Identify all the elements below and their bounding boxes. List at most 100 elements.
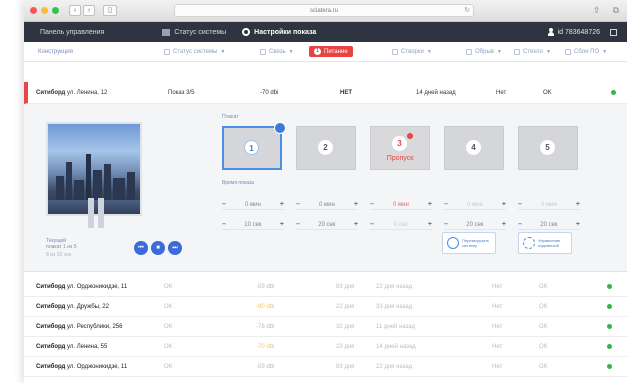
poster-slot-4[interactable]: 4 <box>444 126 504 170</box>
row-name-address: ул. Республики, 256 <box>67 323 123 330</box>
share-icon[interactable]: ⇪ <box>593 5 601 16</box>
table-row[interactable]: Ситиборд ул. Республики, 256 OK -78 dbi … <box>24 317 627 337</box>
tabs-icon[interactable]: ⧉ <box>613 5 619 16</box>
filter-glass-label: Стекло <box>523 48 543 55</box>
nav-show-settings[interactable]: Настройки показа <box>242 28 316 36</box>
previous-icon[interactable]: ⏮ <box>134 241 148 255</box>
filter-glass[interactable]: Стекло ▼ <box>514 48 551 55</box>
minutes-stepper-3[interactable]: – 0 мин + <box>370 200 432 210</box>
row-show: Показ 3/5 <box>168 89 195 96</box>
seconds-stepper-4[interactable]: – 20 сек + <box>444 220 506 230</box>
backlight-control-button[interactable]: Управление подсветкой <box>518 232 572 254</box>
table-row[interactable]: Ситиборд ул. Ленина, 55 OK -70 dbi 23 дн… <box>24 337 627 357</box>
minus-icon[interactable]: – <box>222 201 226 208</box>
row-shutter: Нет <box>492 283 503 290</box>
poster-slot-2[interactable]: 2 <box>296 126 356 170</box>
current-poster-time: 8 из 10 сек <box>46 252 72 258</box>
minus-icon[interactable]: – <box>518 201 522 208</box>
plus-icon[interactable]: + <box>354 201 358 208</box>
minus-icon[interactable]: – <box>296 201 300 208</box>
refresh-icon <box>447 237 459 249</box>
minus-icon[interactable]: – <box>222 221 226 228</box>
filter-shutters[interactable]: Створки ▼ <box>392 48 432 55</box>
plus-icon[interactable]: + <box>502 201 506 208</box>
minus-icon[interactable]: – <box>370 201 374 208</box>
filter-break[interactable]: Обрыв ▼ <box>466 48 502 55</box>
filter-link[interactable]: Связь ▼ <box>260 48 294 55</box>
poster-slot-1[interactable]: 1 <box>222 122 286 170</box>
row-name-type: Ситиборд <box>36 303 66 310</box>
plus-icon[interactable]: + <box>428 201 432 208</box>
row-shutter: Нет <box>492 323 503 330</box>
plus-icon[interactable]: + <box>576 201 580 208</box>
seconds-stepper-5[interactable]: – 20 сек + <box>518 220 580 230</box>
stepper-value: 0 сек <box>393 221 408 228</box>
maximize-window-button[interactable] <box>52 7 59 14</box>
row-name-type: Ситиборд <box>36 323 66 330</box>
power-alert-badge[interactable]: 1 Питание <box>309 46 353 57</box>
logout-icon[interactable] <box>610 28 617 36</box>
address-bar[interactable]: sciatera.ru ↻ <box>174 4 474 17</box>
stepper-value: 0 мин <box>541 201 557 208</box>
url-text: sciatera.ru <box>309 8 338 14</box>
poster-number: 5 <box>540 140 555 155</box>
table-row-active[interactable]: Ситиборд ул. Ленина, 12 Показ 3/5 -70 db… <box>24 82 627 104</box>
light-label-line2: подсветкой <box>538 243 559 248</box>
status-icon <box>164 48 170 55</box>
plus-icon[interactable]: + <box>280 221 284 228</box>
minutes-stepper-5[interactable]: – 0 мин + <box>518 200 580 210</box>
minus-icon[interactable]: – <box>518 221 522 228</box>
poster-number: 1 <box>244 140 259 155</box>
minutes-stepper-2[interactable]: – 0 мин + <box>296 200 358 210</box>
table-row[interactable]: Ситиборд ул. Орджоникидзе, 11 OK -59 dbi… <box>24 357 627 377</box>
user-info[interactable]: id 783648726 <box>547 28 617 36</box>
link-icon <box>260 48 266 55</box>
plus-icon[interactable]: + <box>576 221 580 228</box>
break-icon <box>466 48 472 55</box>
row-shutter: Нет <box>492 343 503 350</box>
nav-control-panel[interactable]: Панель управления <box>40 29 104 36</box>
filter-software-errors[interactable]: Сбои ПО ▼ <box>565 48 607 55</box>
seconds-stepper-1[interactable]: – 10 сек + <box>222 220 284 230</box>
row-name-address: ул. Дружбы, 22 <box>67 303 109 310</box>
table-row[interactable]: Ситиборд ул. Орджоникидзе, 11 OK -59 dbi… <box>24 277 627 297</box>
next-icon[interactable]: ⏭ <box>168 241 182 255</box>
row-glass: OK <box>543 89 552 96</box>
seconds-stepper-2[interactable]: – 20 сек + <box>296 220 358 230</box>
filter-link-label: Связь <box>269 48 286 55</box>
row-name: Ситиборд ул. Ленина, 55 <box>36 344 107 350</box>
filter-power[interactable]: 1 Питание <box>309 46 353 57</box>
row-name: Ситиборд ул. Дружбы, 22 <box>36 304 109 310</box>
nav-system-status[interactable]: Статус системы <box>162 28 226 36</box>
status-dot <box>611 90 616 95</box>
minus-icon[interactable]: – <box>296 221 300 228</box>
minus-icon[interactable]: – <box>444 221 448 228</box>
plus-icon[interactable]: + <box>280 201 284 208</box>
reload-system-button[interactable]: Перезагрузить систему <box>442 232 496 254</box>
row-name-address: ул. Орджоникидзе, 11 <box>67 363 128 370</box>
minimize-window-button[interactable] <box>41 7 48 14</box>
minus-icon[interactable]: – <box>444 201 448 208</box>
close-window-button[interactable] <box>30 7 37 14</box>
table-row[interactable]: Ситиборд ул. Дружбы, 22 OK -90 dbi 22 дн… <box>24 297 627 317</box>
poster-slot-5[interactable]: 5 <box>518 126 578 170</box>
filter-system-status[interactable]: Статус системы ▼ <box>164 48 225 55</box>
seconds-stepper-3[interactable]: – 0 сек + <box>370 220 432 230</box>
filter-break-label: Обрыв <box>475 48 494 55</box>
plus-icon[interactable]: + <box>428 221 432 228</box>
row-signal: -78 dbi <box>256 323 275 330</box>
poster-slot-3[interactable]: 3 Пропуск <box>370 126 430 170</box>
sidebar-icon[interactable]: ▯ <box>103 5 117 16</box>
minutes-stepper-1[interactable]: – 0 мин + <box>222 200 284 210</box>
plus-icon[interactable]: + <box>502 221 506 228</box>
stop-icon[interactable]: ■ <box>151 241 165 255</box>
stepper-value: 0 мин <box>319 201 335 208</box>
forward-icon[interactable]: › <box>83 5 95 16</box>
chevron-down-icon: ▼ <box>545 48 551 55</box>
back-icon[interactable]: ‹ <box>69 5 81 16</box>
reload-system-label: Перезагрузить систему <box>462 238 489 248</box>
plus-icon[interactable]: + <box>354 221 358 228</box>
minus-icon[interactable]: – <box>370 221 374 228</box>
minutes-stepper-4[interactable]: – 0 мин + <box>444 200 506 210</box>
reload-icon[interactable]: ↻ <box>464 5 470 17</box>
